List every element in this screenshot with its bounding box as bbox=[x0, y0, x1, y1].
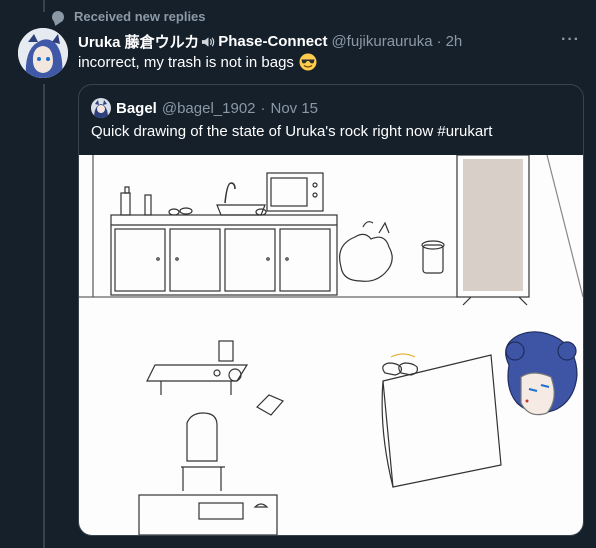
separator-dot: · bbox=[436, 33, 442, 50]
author-name-suffix[interactable]: Phase-Connect bbox=[218, 33, 327, 50]
quoted-date: Nov 15 bbox=[270, 99, 319, 117]
quoted-author-handle: @bagel_1902 bbox=[161, 99, 256, 117]
reply-text: incorrect, my trash is not in bags bbox=[78, 53, 317, 71]
author-name[interactable]: Uruka 藤倉ウルカ bbox=[78, 31, 199, 52]
speaker-icon bbox=[202, 36, 215, 47]
new-replies-label: Received new replies bbox=[74, 9, 206, 24]
avatar[interactable] bbox=[18, 28, 68, 78]
quoted-avatar bbox=[91, 98, 111, 118]
reply-header: Uruka 藤倉ウルカ Phase-Connect @fujikurauruka… bbox=[78, 31, 586, 52]
quoted-author-name: Bagel bbox=[116, 99, 157, 117]
smiling-face-with-sunglasses-icon bbox=[299, 53, 317, 71]
reply-text-body: incorrect, my trash is not in bags bbox=[78, 53, 294, 71]
quoted-separator-dot: · bbox=[260, 99, 266, 117]
quoted-tweet[interactable]: Bagel @bagel_1902 · Nov 15 Quick drawing… bbox=[78, 84, 584, 536]
more-options-icon[interactable]: ··· bbox=[561, 31, 580, 49]
quoted-tweet-header: Bagel @bagel_1902 · Nov 15 bbox=[91, 98, 318, 118]
new-replies-notice[interactable]: Received new replies bbox=[52, 9, 206, 24]
reply-time[interactable]: 2h bbox=[446, 33, 463, 50]
author-handle[interactable]: @fujikurauruka bbox=[331, 33, 432, 50]
thread-line-top bbox=[43, 0, 45, 12]
thread-line bbox=[43, 84, 45, 548]
quoted-text: Quick drawing of the state of Uruka's ro… bbox=[91, 123, 493, 140]
chat-bubble-icon bbox=[52, 10, 64, 23]
quoted-drawing-image[interactable] bbox=[79, 154, 583, 535]
